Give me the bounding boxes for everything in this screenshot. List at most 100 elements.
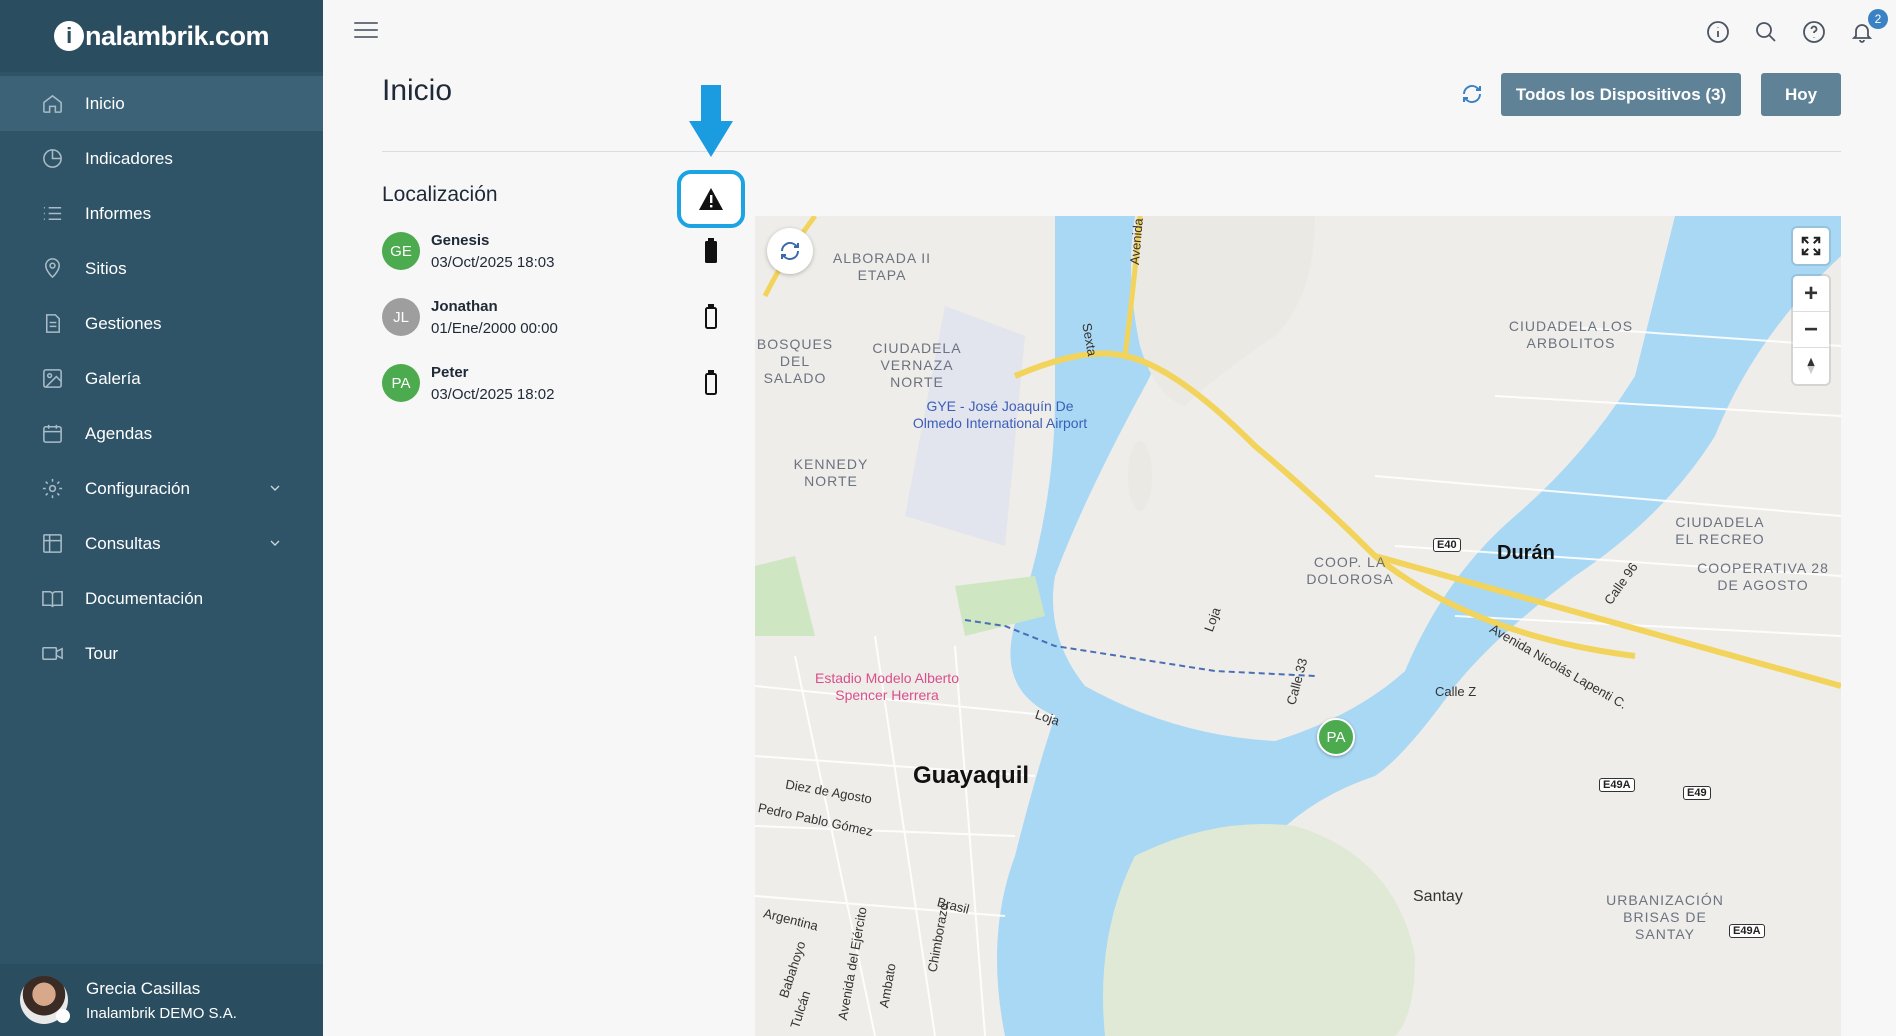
sidebar: i nalambrik.com Inicio Indicadores Infor… [0,0,323,1036]
device-time: 03/Oct/2025 18:02 [431,385,555,403]
image-icon [40,367,64,391]
arrow-down-icon [689,85,733,157]
stadium-label: Estadio Modelo Alberto Spencer Herrera [815,670,959,703]
device-item-jonathan[interactable]: JL Jonathan 01/Ene/2000 00:00 [382,292,742,342]
map-view[interactable]: ALBORADA II ETAPA BOSQUES DEL SALADO CIU… [755,216,1841,1036]
sidebar-item-label: Sitios [85,258,127,278]
top-actions: 2 [1704,9,1888,46]
sidebar-item-documentacion[interactable]: Documentación [0,571,323,626]
home-icon [40,92,64,116]
sidebar-item-label: Inicio [85,93,125,113]
sidebar-item-consultas[interactable]: Consultas [0,516,323,571]
sidebar-item-label: Configuración [85,478,190,498]
sidebar-item-galeria[interactable]: Galería [0,351,323,406]
road-shield: E49 [1683,786,1711,800]
map-label: COOP. LA DOLOROSA [1306,554,1394,587]
help-icon[interactable] [1800,18,1828,46]
chevron-down-icon [267,480,283,501]
menu-toggle-icon[interactable] [354,22,378,42]
map-label: ALBORADA II ETAPA [832,250,932,283]
avatar [20,976,70,1024]
device-avatar: GE [382,232,420,270]
page-title: Inicio [382,74,453,107]
zoom-controls: + − [1793,276,1829,384]
table-icon [40,532,64,556]
chevron-down-icon [267,535,283,556]
airport-label: GYE - José Joaquín De Olmedo Internation… [912,398,1088,431]
map-label: CIUDADELA EL RECREO [1675,514,1765,547]
device-name: Genesis [431,231,490,249]
sidebar-item-sitios[interactable]: Sitios [0,241,323,296]
fullscreen-control [1793,228,1829,264]
sidebar-item-label: Tour [85,643,119,663]
logo-mark: i [53,21,84,51]
pie-chart-icon [40,147,64,171]
map-pin-icon [40,257,64,281]
sidebar-nav: Inicio Indicadores Informes Sitios Gesti… [0,76,323,681]
book-icon [40,587,64,611]
video-icon [40,642,64,666]
device-name: Peter [431,363,469,381]
sidebar-item-label: Documentación [85,588,204,608]
battery-full-icon [705,238,717,263]
city-label: Durán [1497,542,1555,564]
list-icon [40,202,64,226]
device-item-peter[interactable]: PA Peter 03/Oct/2025 18:02 [382,358,742,408]
bell-icon[interactable]: 2 [1848,9,1888,46]
today-button[interactable]: Hoy [1761,73,1841,116]
document-icon [40,312,64,336]
sidebar-item-gestiones[interactable]: Gestiones [0,296,323,351]
calendar-icon [40,422,64,446]
user-profile[interactable]: Grecia Casillas Inalambrik DEMO S.A. [0,964,323,1036]
brand-logo[interactable]: i nalambrik.com [0,0,323,72]
compass-icon[interactable] [1793,348,1829,384]
sidebar-item-configuracion[interactable]: Configuración [0,461,323,516]
road-label: Calle Z [1435,684,1477,699]
sidebar-item-informes[interactable]: Informes [0,186,323,241]
device-name: Jonathan [431,297,498,315]
sidebar-item-label: Gestiones [85,313,162,333]
city-label: Santay [1413,888,1463,905]
sidebar-item-label: Indicadores [85,148,173,168]
battery-empty-icon [705,304,717,329]
notification-badge: 2 [1868,9,1888,29]
battery-empty-icon [705,370,717,395]
location-title: Localización [382,183,498,206]
logo-text: nalambrik.com [84,20,270,51]
sidebar-item-inicio[interactable]: Inicio [0,76,323,131]
map-label: BOSQUES DEL SALADO [756,336,834,386]
map-label: COOPERATIVA 28 DE AGOSTO [1697,560,1829,593]
device-time: 01/Ene/2000 00:00 [431,319,558,337]
road-shield: E49A [1729,924,1765,938]
zoom-out-icon[interactable]: − [1793,312,1829,348]
road-shield: E40 [1433,538,1461,552]
sidebar-item-label: Consultas [85,533,161,553]
refresh-icon[interactable] [1460,82,1486,108]
warning-icon [699,188,723,210]
map-label: URBANIZACIÓN BRISAS DE SANTAY [1606,892,1724,942]
map-refresh-icon[interactable] [767,228,813,274]
device-item-genesis[interactable]: GE Genesis 03/Oct/2025 18:03 [382,226,742,276]
sidebar-item-label: Agendas [85,423,153,443]
sidebar-item-tour[interactable]: Tour [0,626,323,681]
all-devices-button[interactable]: Todos los Dispositivos (3) [1501,73,1741,116]
map-label: CIUDADELA LOS ARBOLITOS [1508,318,1634,351]
search-icon[interactable] [1752,18,1780,46]
device-marker[interactable]: PA [1317,718,1355,756]
sidebar-item-agendas[interactable]: Agendas [0,406,323,461]
sidebar-item-indicadores[interactable]: Indicadores [0,131,323,186]
device-avatar: PA [382,364,420,402]
warning-button[interactable] [677,170,745,228]
fullscreen-icon[interactable] [1793,228,1829,264]
map-label: CIUDADELA VERNAZA NORTE [872,340,962,390]
device-avatar: JL [382,298,420,336]
road-shield: E49A [1599,778,1635,792]
status-dot [56,1009,70,1023]
zoom-in-icon[interactable]: + [1793,276,1829,312]
sidebar-item-label: Galería [85,368,141,388]
user-org: Inalambrik DEMO S.A. [86,1004,237,1022]
info-icon[interactable] [1704,18,1732,46]
map-label: KENNEDY NORTE [793,456,869,489]
sidebar-item-label: Informes [85,203,152,223]
header-divider [382,151,1841,152]
